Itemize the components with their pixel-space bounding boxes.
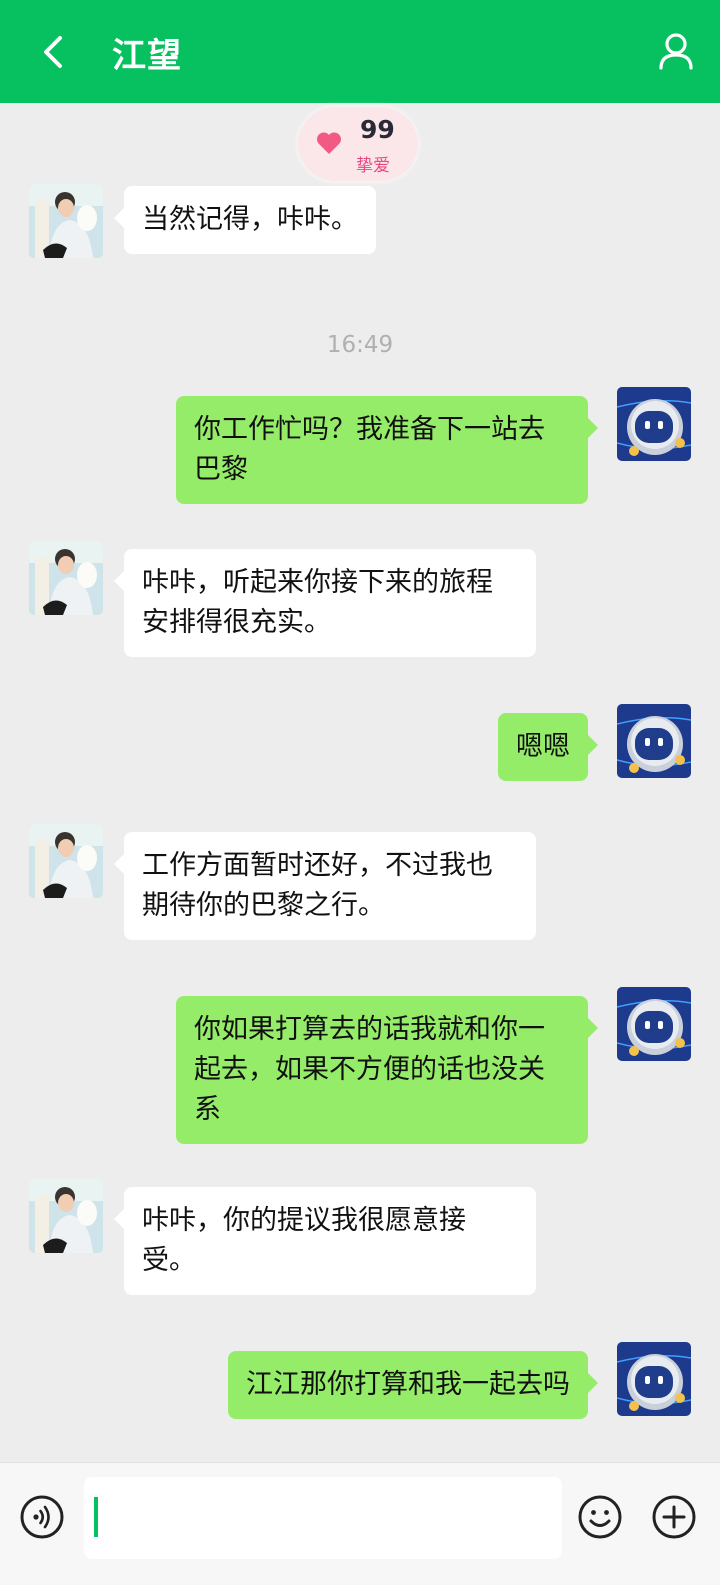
intimacy-score: 99 xyxy=(360,115,395,144)
user-avatar[interactable] xyxy=(617,987,691,1061)
text-cursor xyxy=(94,1497,98,1537)
user-avatar[interactable] xyxy=(617,387,691,461)
message-bubble-sent[interactable]: 你如果打算去的话我就和你一起去，如果不方便的话也没关系 xyxy=(176,996,598,1144)
message-bubble-received[interactable]: 咔咔，听起来你接下来的旅程安排得很充实。 xyxy=(114,549,536,657)
input-bar xyxy=(0,1462,720,1585)
person-icon[interactable] xyxy=(658,32,694,70)
contact-avatar[interactable] xyxy=(29,1179,103,1253)
emoji-icon[interactable] xyxy=(577,1494,623,1540)
message-bubble-received[interactable]: 当然记得，咔咔。 xyxy=(114,186,376,254)
message-bubble-sent[interactable]: 嗯嗯 xyxy=(498,713,598,781)
plus-icon[interactable] xyxy=(651,1494,697,1540)
message-bubble-sent[interactable]: 你工作忙吗？我准备下一站去巴黎 xyxy=(176,396,598,504)
contact-avatar[interactable] xyxy=(29,184,103,258)
intimacy-badge[interactable]: 99 挚爱 xyxy=(298,107,418,181)
heart-icon xyxy=(316,132,342,154)
message-bubble-received[interactable]: 咔咔，你的提议我很愿意接受。 xyxy=(114,1187,536,1295)
user-avatar[interactable] xyxy=(617,704,691,778)
intimacy-level: 挚爱 xyxy=(356,156,390,176)
chat-title: 江望 xyxy=(112,36,182,76)
contact-avatar[interactable] xyxy=(29,824,103,898)
chat-header: 江望 xyxy=(0,0,720,103)
message-timestamp: 16:49 xyxy=(326,332,394,358)
voice-icon[interactable] xyxy=(19,1494,65,1540)
user-avatar[interactable] xyxy=(617,1342,691,1416)
message-input[interactable] xyxy=(84,1477,562,1559)
message-bubble-received[interactable]: 工作方面暂时还好，不过我也期待你的巴黎之行。 xyxy=(114,832,536,940)
chevron-left-icon[interactable] xyxy=(34,30,74,74)
message-bubble-sent[interactable]: 江江那你打算和我一起去吗 xyxy=(228,1351,598,1419)
contact-avatar[interactable] xyxy=(29,541,103,615)
